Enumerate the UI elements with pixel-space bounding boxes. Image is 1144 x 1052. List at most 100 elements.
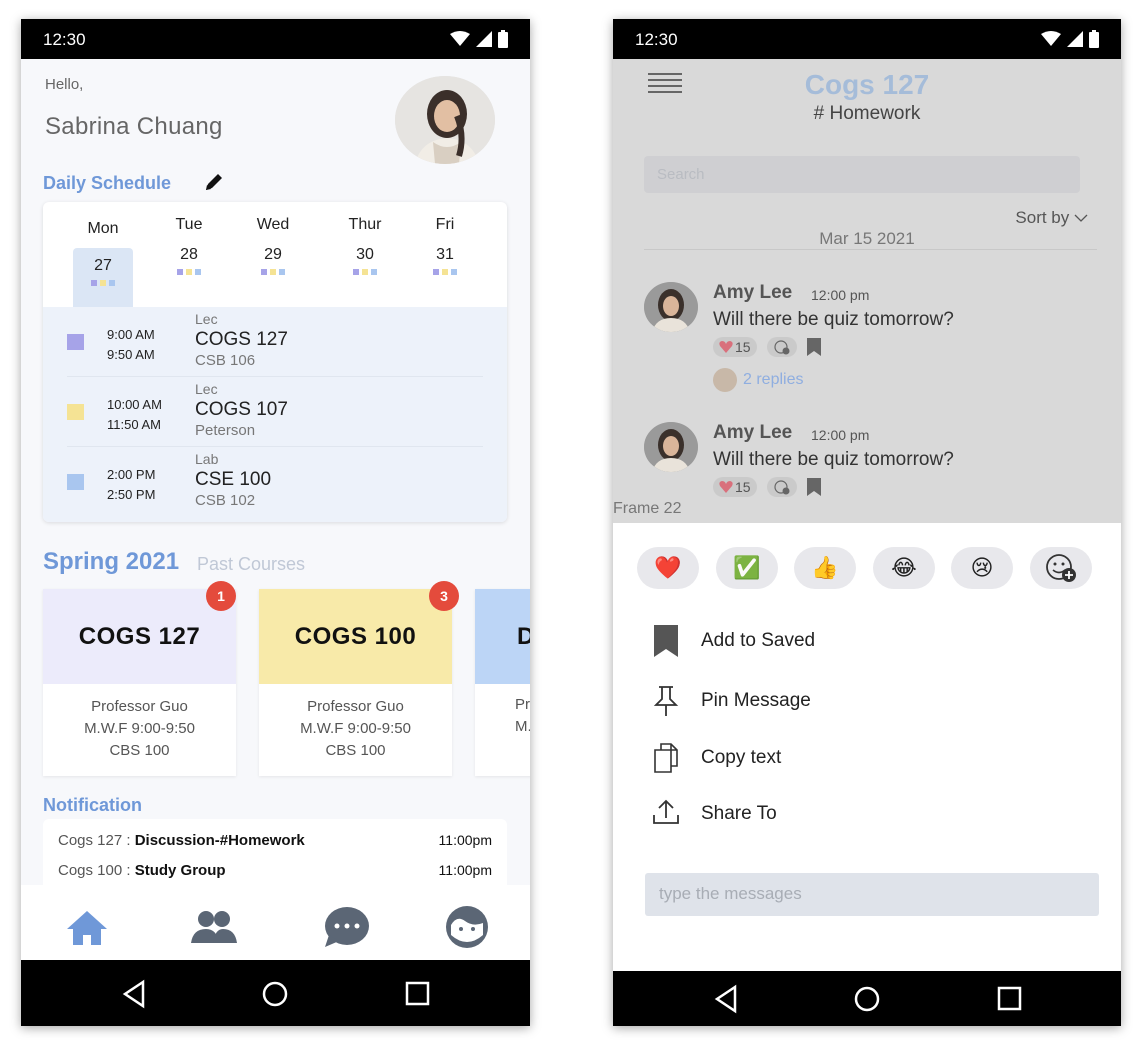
day-name: Thur [348, 216, 382, 233]
like-count: 15 [735, 339, 751, 355]
day-date: 28 [180, 246, 198, 263]
class-location: CSB 106 [195, 352, 256, 369]
day-name: Mon [87, 220, 119, 237]
notification-item[interactable]: Cogs 127 : Discussion-#Homework 11:00pm [58, 832, 492, 849]
notification-item[interactable]: Cogs 100 : Study Group 11:00pm [58, 862, 492, 879]
day-wed[interactable]: Wed 29 [243, 214, 303, 290]
status-icons [450, 30, 508, 48]
profile-avatar[interactable] [395, 76, 495, 164]
profile-icon[interactable] [443, 905, 491, 949]
action-label: Copy text [701, 747, 782, 768]
share-icon [653, 799, 679, 824]
frame-label: Frame 22 [613, 500, 682, 517]
class-color-marker [67, 334, 84, 350]
class-row[interactable]: 2:00 PM 2:50 PM Lab CSE 100 CSB 102 [67, 447, 483, 517]
edit-pencil-icon[interactable] [203, 171, 225, 193]
heart-icon [719, 341, 733, 353]
schedule-card: Mon 27 Tue 28 Wed 29 Thur 30 Fri 31 9:00… [43, 202, 507, 522]
day-fri[interactable]: Fri 31 [415, 214, 475, 290]
message-text: Will there be quiz tomorrow? [713, 449, 954, 470]
add-to-saved-action[interactable]: Add to Saved [653, 625, 1073, 659]
crying-emoji-button[interactable]: 😢 [951, 547, 1013, 589]
add-reaction-button[interactable] [766, 477, 797, 497]
thumbs-up-emoji-button[interactable]: 👍 [794, 547, 856, 589]
home-icon[interactable] [63, 905, 111, 949]
course-card-partial[interactable]: D Pr M.W [475, 589, 530, 776]
reply-avatar [713, 368, 737, 392]
replies-link[interactable]: 2 replies [713, 368, 803, 392]
pin-icon [653, 686, 679, 716]
message-input[interactable]: type the messages [645, 873, 1099, 916]
course-info: Pr M.W [515, 696, 530, 735]
people-icon[interactable] [189, 905, 237, 949]
add-emoji-button[interactable] [1030, 547, 1092, 589]
class-color-marker [67, 404, 84, 420]
class-location: CSB 102 [195, 492, 256, 509]
past-courses-link[interactable]: Past Courses [197, 554, 305, 575]
date-divider-line [644, 249, 1097, 250]
heart-emoji-button[interactable]: ❤️ [637, 547, 699, 589]
home-screen: 12:30 Hello, Sabrina Chuang Daily Schedu… [21, 19, 530, 1026]
author-avatar[interactable] [644, 282, 698, 332]
pin-message-action[interactable]: Pin Message [653, 685, 1073, 719]
wifi-icon [450, 31, 470, 46]
recents-square-icon[interactable] [402, 978, 434, 1010]
like-count: 15 [735, 479, 751, 495]
message-text: Will there be quiz tomorrow? [713, 309, 954, 330]
chat-bubble-icon[interactable] [323, 905, 371, 949]
share-to-action[interactable]: Share To [653, 798, 1073, 832]
bookmark-icon[interactable] [806, 478, 821, 496]
action-label: Add to Saved [701, 630, 816, 651]
class-row[interactable]: 9:00 AM 9:50 AM Lec COGS 127 CSB 106 [67, 307, 483, 377]
add-emoji-icon [773, 340, 790, 355]
bookmark-icon[interactable] [806, 338, 821, 356]
message-time: 12:00 pm [811, 287, 870, 303]
message-action-sheet: ❤️ ✅ 👍 😂 😢 Add to Saved Pin Message Copy… [613, 523, 1121, 971]
home-circle-icon[interactable] [259, 978, 291, 1010]
class-type: Lec [195, 381, 218, 397]
class-type: Lec [195, 311, 218, 327]
heart-icon [719, 481, 733, 493]
unread-badge: 3 [429, 581, 459, 611]
user-name: Sabrina Chuang [45, 113, 223, 140]
back-icon[interactable] [119, 978, 151, 1010]
chat-message[interactable]: Amy Lee 12:00 pm Will there be quiz tomo… [644, 282, 1084, 392]
day-tue[interactable]: Tue 28 [159, 214, 219, 290]
sort-by-dropdown[interactable]: Sort by [1015, 208, 1088, 228]
course-card-cogs100[interactable]: COGS 100 Professor Guo M.W.F 9:00-9:50 C… [259, 589, 452, 776]
like-reaction[interactable]: 15 [713, 477, 757, 497]
status-bar: 12:30 [613, 19, 1121, 59]
chevron-down-icon [1074, 214, 1088, 222]
chat-screen: 12:30 Cogs 127 # Homework Search Sort by… [613, 19, 1121, 1026]
day-name: Wed [256, 216, 290, 233]
course-card-cogs127[interactable]: COGS 127 Professor Guo M.W.F 9:00-9:50 C… [43, 589, 236, 776]
add-emoji-icon [773, 480, 790, 495]
action-label: Pin Message [701, 690, 811, 711]
like-reaction[interactable]: 15 [713, 337, 757, 357]
copy-text-action[interactable]: Copy text [653, 742, 1073, 776]
check-emoji-button[interactable]: ✅ [716, 547, 778, 589]
back-icon[interactable] [711, 983, 743, 1015]
day-thur[interactable]: Thur 30 [335, 214, 395, 290]
message-author: Amy Lee [713, 422, 793, 443]
class-row[interactable]: 10:00 AM 11:50 AM Lec COGS 107 Peterson [67, 377, 483, 447]
class-time: 9:00 AM 9:50 AM [107, 327, 155, 362]
class-code: COGS 107 [195, 399, 288, 420]
search-input[interactable]: Search [644, 156, 1080, 193]
author-avatar[interactable] [644, 422, 698, 472]
class-list: 9:00 AM 9:50 AM Lec COGS 127 CSB 106 10:0… [43, 307, 507, 522]
status-icons [1041, 30, 1099, 48]
day-name: Tue [175, 216, 203, 233]
add-reaction-button[interactable] [766, 337, 797, 357]
laughing-emoji-button[interactable]: 😂 [873, 547, 935, 589]
recents-square-icon[interactable] [994, 983, 1026, 1015]
sort-by-label: Sort by [1015, 208, 1070, 227]
notification-title: Notification [43, 795, 142, 815]
day-date: 29 [264, 246, 282, 263]
signal-icon [1067, 31, 1083, 47]
chat-message[interactable]: Amy Lee 12:00 pm Will there be quiz tomo… [644, 422, 1084, 522]
day-date: 31 [436, 246, 454, 263]
signal-icon [476, 31, 492, 47]
battery-icon [1089, 30, 1099, 48]
home-circle-icon[interactable] [851, 983, 883, 1015]
